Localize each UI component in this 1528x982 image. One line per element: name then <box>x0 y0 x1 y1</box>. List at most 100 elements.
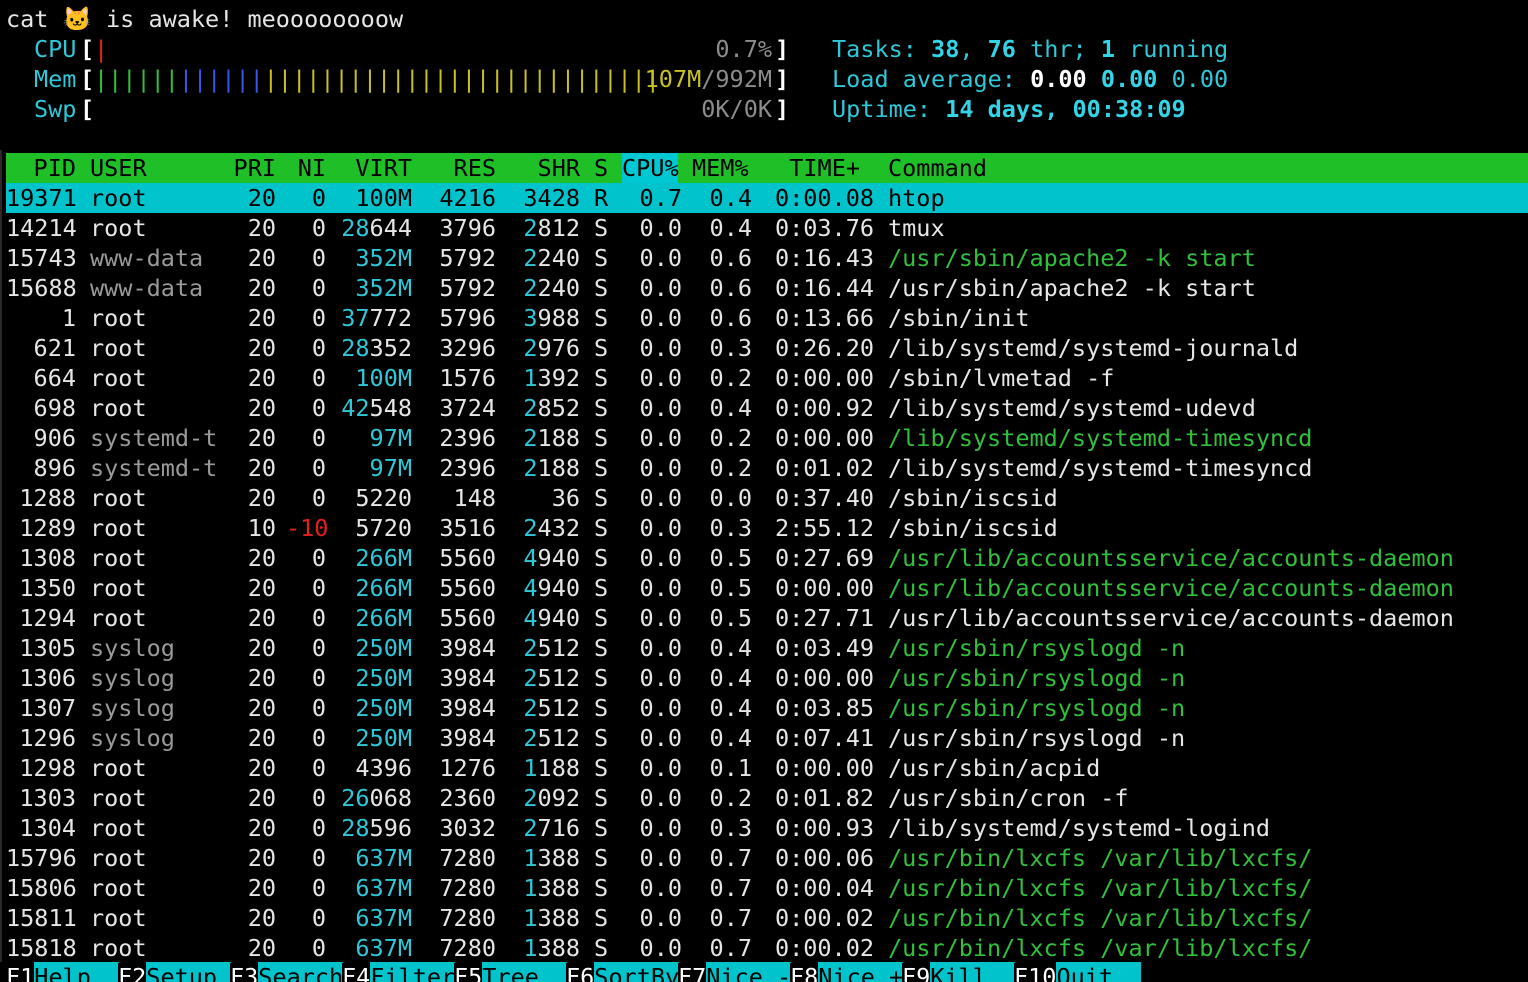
process-row[interactable]: 1304 root 20 0 28596 3032 2716 S 0.0 0.3 0:00.93/l… <box>6 813 1528 843</box>
cell-cmd: /usr/sbin/apache2 -k start <box>888 274 1256 302</box>
col-state[interactable]: S <box>594 153 608 183</box>
process-row[interactable]: 1350 root 20 0 266M 5560 4940 S 0.0 0.5 0:00.00/us… <box>6 573 1528 603</box>
cell-virt: 28352 <box>336 333 412 363</box>
cell-user: syslog <box>90 724 175 752</box>
col-mem[interactable]: MEM% <box>692 153 749 183</box>
process-row[interactable]: 664 root 20 0 100M 1576 1392 S 0.0 0.2 0:00.00/sbi… <box>6 363 1528 393</box>
cell-virt: 42548 <box>336 393 412 423</box>
cell-time: 0:13.66 <box>774 304 874 332</box>
col-shr[interactable]: SHR <box>504 153 580 183</box>
load-average-info: Load average: 0.00 0.00 0.00 <box>832 64 1228 94</box>
virt-major: 100M <box>355 364 412 392</box>
cell-cmd: /usr/lib/accountsservice/accounts-daemon <box>888 574 1454 602</box>
cell-cmd: /sbin/lvmetad -f <box>888 364 1115 392</box>
fkey-f3[interactable]: F3Search <box>230 962 344 982</box>
cell-shr: 1388 <box>504 843 580 873</box>
col-user[interactable]: USER <box>90 153 147 183</box>
process-row[interactable]: 15796 root 20 0 637M 7280 1388 S 0.0 0.7 0:00.06/u… <box>6 843 1528 873</box>
process-row[interactable]: 15806 root 20 0 637M 7280 1388 S 0.0 0.7 0:00.04/u… <box>6 873 1528 903</box>
cell-s: S <box>594 364 609 392</box>
process-row[interactable]: 1296 syslog 20 0 250M 3984 2512 S 0.0 0.4 0:07.41 /… <box>6 723 1528 753</box>
cell-shr: 2188 <box>504 453 580 483</box>
process-row[interactable]: 621 root 20 0 28352 3296 2976 S 0.0 0.3 0:26.20/li… <box>6 333 1528 363</box>
cell-s: S <box>594 304 609 332</box>
virt-minor: 5720 <box>355 514 412 542</box>
process-row[interactable]: 1289 root 10 -10 5720 3516 2432 S 0.0 0.3 2:55.12 /… <box>6 513 1528 543</box>
cell-time: 0:01.82 <box>774 784 874 812</box>
shr-major: 2 <box>523 814 538 842</box>
cell-ni: 0 <box>311 244 326 272</box>
process-row[interactable]: 1303 root 20 0 26068 2360 2092 S 0.0 0.2 0:01.82/u… <box>6 783 1528 813</box>
cell-cpu: 0.0 <box>639 454 682 482</box>
col-virt[interactable]: VIRT <box>336 153 412 183</box>
process-table-header: PID USER PRI NI VIRT RES SHR S CPU% MEM%… <box>6 153 1528 183</box>
col-cpu[interactable]: CPU% <box>622 153 679 183</box>
fkey-f10[interactable]: F10Quit <box>1014 962 1142 982</box>
cell-res: 7280 <box>439 934 496 962</box>
process-row[interactable]: 1294 root 20 0 266M 5560 4940 S 0.0 0.5 0:27.71/us… <box>6 603 1528 633</box>
cell-res: 7280 <box>439 844 496 872</box>
cell-cpu: 0.0 <box>639 244 682 272</box>
fkey-f5[interactable]: F5Tree <box>454 962 568 982</box>
process-row[interactable]: 1308 root 20 0 266M 5560 4940 S 0.0 0.5 0:27.69/us… <box>6 543 1528 573</box>
fkey-f1[interactable]: F1Help <box>6 962 120 982</box>
process-row[interactable]: 1298 root 20 0 4396 1276 1188 S 0.0 0.1 0:00.00/us… <box>6 753 1528 783</box>
process-row[interactable]: 906 systemd-t 20 0 97M 2396 2188 S 0.0 0.2 0:00.00… <box>6 423 1528 453</box>
load-15min: 0.00 <box>1171 65 1229 93</box>
col-time[interactable]: TIME+ <box>766 153 860 183</box>
cell-res: 3984 <box>439 694 496 722</box>
virt-minor: 772 <box>369 304 412 332</box>
col-command[interactable]: Command <box>888 153 987 183</box>
cell-cmd: /usr/bin/lxcfs /var/lib/lxcfs/ <box>888 904 1313 932</box>
process-row[interactable]: 15811 root 20 0 637M 7280 1388 S 0.0 0.7 0:00.02/u… <box>6 903 1528 933</box>
fkey-f4[interactable]: F4Filter <box>342 962 456 982</box>
shr-major: 1 <box>523 364 538 392</box>
process-row[interactable]: 19371 root 20 0 100M 4216 3428 R 0.7 0.4 0:00.08 ht… <box>6 183 1528 213</box>
virt-major: 37 <box>341 304 370 332</box>
process-row[interactable]: 1 root 20 0 37772 5796 3988 S 0.0 0.6 0:13.66/sbin… <box>6 303 1528 333</box>
col-res[interactable]: RES <box>420 153 496 183</box>
process-row[interactable]: 15743 www-data 20 0 352M 5792 2240 S 0.0 0.6 0:16.… <box>6 243 1528 273</box>
process-row[interactable]: 1288 root 20 0 5220 148 36 S 0.0 0.0 0:37.40/sbin/… <box>6 483 1528 513</box>
col-pid[interactable]: PID <box>6 153 76 183</box>
process-row[interactable]: 1306 syslog 20 0 250M 3984 2512 S 0.0 0.4 0:00.00 /… <box>6 663 1528 693</box>
cell-pri: 20 <box>247 334 276 362</box>
process-row[interactable]: 698 root 20 0 42548 3724 2852 S 0.0 0.4 0:00.92/li… <box>6 393 1528 423</box>
col-pri[interactable]: PRI <box>216 153 276 183</box>
cell-ni: 0 <box>311 874 326 902</box>
cell-pri: 20 <box>247 814 276 842</box>
process-row[interactable]: 14214 root 20 0 28644 3796 2812 S 0.0 0.4 0:03.76 t… <box>6 213 1528 243</box>
cell-pid: 15806 <box>6 874 77 902</box>
fkey-f6[interactable]: F6SortBy <box>566 962 680 982</box>
process-row[interactable]: 15818 root 20 0 637M 7280 1388 S 0.0 0.7 0:00.02/u… <box>6 933 1528 963</box>
swp-meter: Swp [ 0K/0K ] <box>0 94 800 124</box>
shr-minor: 512 <box>537 694 580 722</box>
cell-mem: 0.4 <box>709 664 752 692</box>
cell-pri: 20 <box>247 274 276 302</box>
mem-total: 992M <box>715 65 772 93</box>
cell-virt: 97M <box>336 453 412 483</box>
cell-virt: 28644 <box>336 213 412 243</box>
cell-pri: 20 <box>247 874 276 902</box>
fkey-f7[interactable]: F7Nice - <box>678 962 792 982</box>
process-row[interactable]: 15688 www-data 20 0 352M 5792 2240 S 0.0 0.6 0:16.… <box>6 273 1528 303</box>
cell-res: 148 <box>453 484 496 512</box>
process-row[interactable]: 1307 syslog 20 0 250M 3984 2512 S 0.0 0.4 0:03.85 /… <box>6 693 1528 723</box>
fkey-label: Setup <box>146 962 232 982</box>
process-row[interactable]: 896 systemd-t 20 0 97M 2396 2188 S 0.0 0.2 0:01.02… <box>6 453 1528 483</box>
fkey-f9[interactable]: F9Kill <box>902 962 1016 982</box>
fkey-f2[interactable]: F2Setup <box>118 962 232 982</box>
fkey-f8[interactable]: F8Nice + <box>790 962 904 982</box>
cell-shr: 1388 <box>504 873 580 903</box>
shr-major: 1 <box>523 934 538 962</box>
fkey-label: Kill <box>930 962 1016 982</box>
cell-mem: 0.2 <box>709 364 752 392</box>
fkey-label: Quit <box>1056 962 1142 982</box>
cell-pri: 20 <box>247 664 276 692</box>
cell-cpu: 0.0 <box>639 664 682 692</box>
mem-bar-fill: |||||| <box>178 65 264 93</box>
process-row[interactable]: 1305 syslog 20 0 250M 3984 2512 S 0.0 0.4 0:03.49 /… <box>6 633 1528 663</box>
col-ni[interactable]: NI <box>286 153 326 183</box>
cell-mem: 0.5 <box>709 604 752 632</box>
tasks-info: Tasks: 38, 76 thr; 1 running <box>832 34 1228 64</box>
